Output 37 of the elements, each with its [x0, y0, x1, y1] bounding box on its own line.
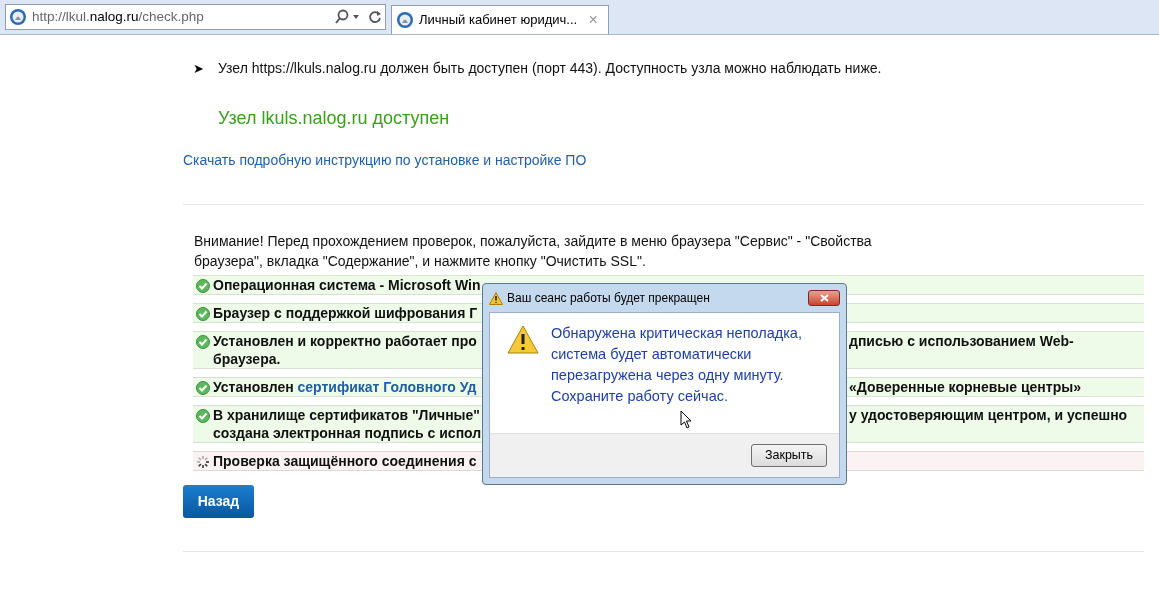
- dialog-message: Обнаружена критическая неполадка, система будет автоматически перезагружена через одну минуту. Сохраните работу сейчас.: [551, 324, 803, 406]
- spinner-icon: [196, 455, 210, 469]
- check-icon: [196, 307, 210, 321]
- check-text: Установлен и корректно работает про браузера.: [213, 332, 478, 368]
- check-icon: [196, 381, 210, 395]
- site-icon: [396, 11, 414, 29]
- check-text: Установлен: [213, 379, 295, 395]
- certificate-link[interactable]: сертификат Головного Уд: [297, 379, 477, 395]
- browser-tab[interactable]: Личный кабинет юридич... ×: [391, 5, 610, 34]
- check-text: В хранилище сертификатов "Личные" создана электронная подпись с испол: [213, 406, 481, 442]
- warning-icon: [507, 325, 539, 354]
- check-text: «Доверенные корневые центры»: [849, 378, 1081, 396]
- check-icon: [196, 335, 210, 349]
- check-text: Проверка защищённого соединения с: [213, 452, 478, 470]
- check-text: Операционная система - Microsoft Win: [213, 276, 481, 294]
- url-text: http://lkul.nalog.ru/check.php: [32, 7, 205, 26]
- availability-status: Узел lkuls.nalog.ru доступен: [218, 107, 450, 130]
- requirement-text: Узел https://lkuls.nalog.ru должен быть доступен (порт 443). Доступность узла можно наблюдать ниже.: [218, 59, 882, 78]
- notice-text: Внимание! Перед прохождением проверок, пожалуйста, зайдите в меню браузера "Сервис" - "Свойства браузера", вкладка "Содержание", и нажмите кнопку "Очистить SSL".: [194, 232, 873, 271]
- warning-icon: [489, 291, 503, 305]
- close-dialog-button[interactable]: Закрыть: [751, 444, 827, 467]
- close-button[interactable]: [808, 290, 840, 306]
- close-icon: [819, 294, 829, 302]
- check-icon: [196, 279, 210, 293]
- address-field[interactable]: http://lkul.nalog.ru/check.php: [5, 4, 386, 30]
- refresh-icon[interactable]: [368, 10, 382, 24]
- dialog-title: Ваш сеанс работы будет прекращен: [507, 290, 711, 307]
- check-text: дписью с использованием Web-: [849, 332, 1074, 351]
- check-text: у удостоверяющим центром, и успешно: [849, 406, 1128, 425]
- cursor-icon: [680, 410, 692, 429]
- bullet-arrow: ➤: [193, 59, 204, 78]
- check-icon: [196, 409, 210, 423]
- site-icon: [9, 8, 27, 26]
- tab-title: Личный кабинет юридич...: [419, 11, 578, 30]
- download-link[interactable]: Скачать подробную инструкцию по установке и настройке ПО: [183, 150, 587, 171]
- back-button[interactable]: Назад: [183, 485, 254, 518]
- check-text: Браузер с поддержкой шифрования Г: [213, 304, 479, 322]
